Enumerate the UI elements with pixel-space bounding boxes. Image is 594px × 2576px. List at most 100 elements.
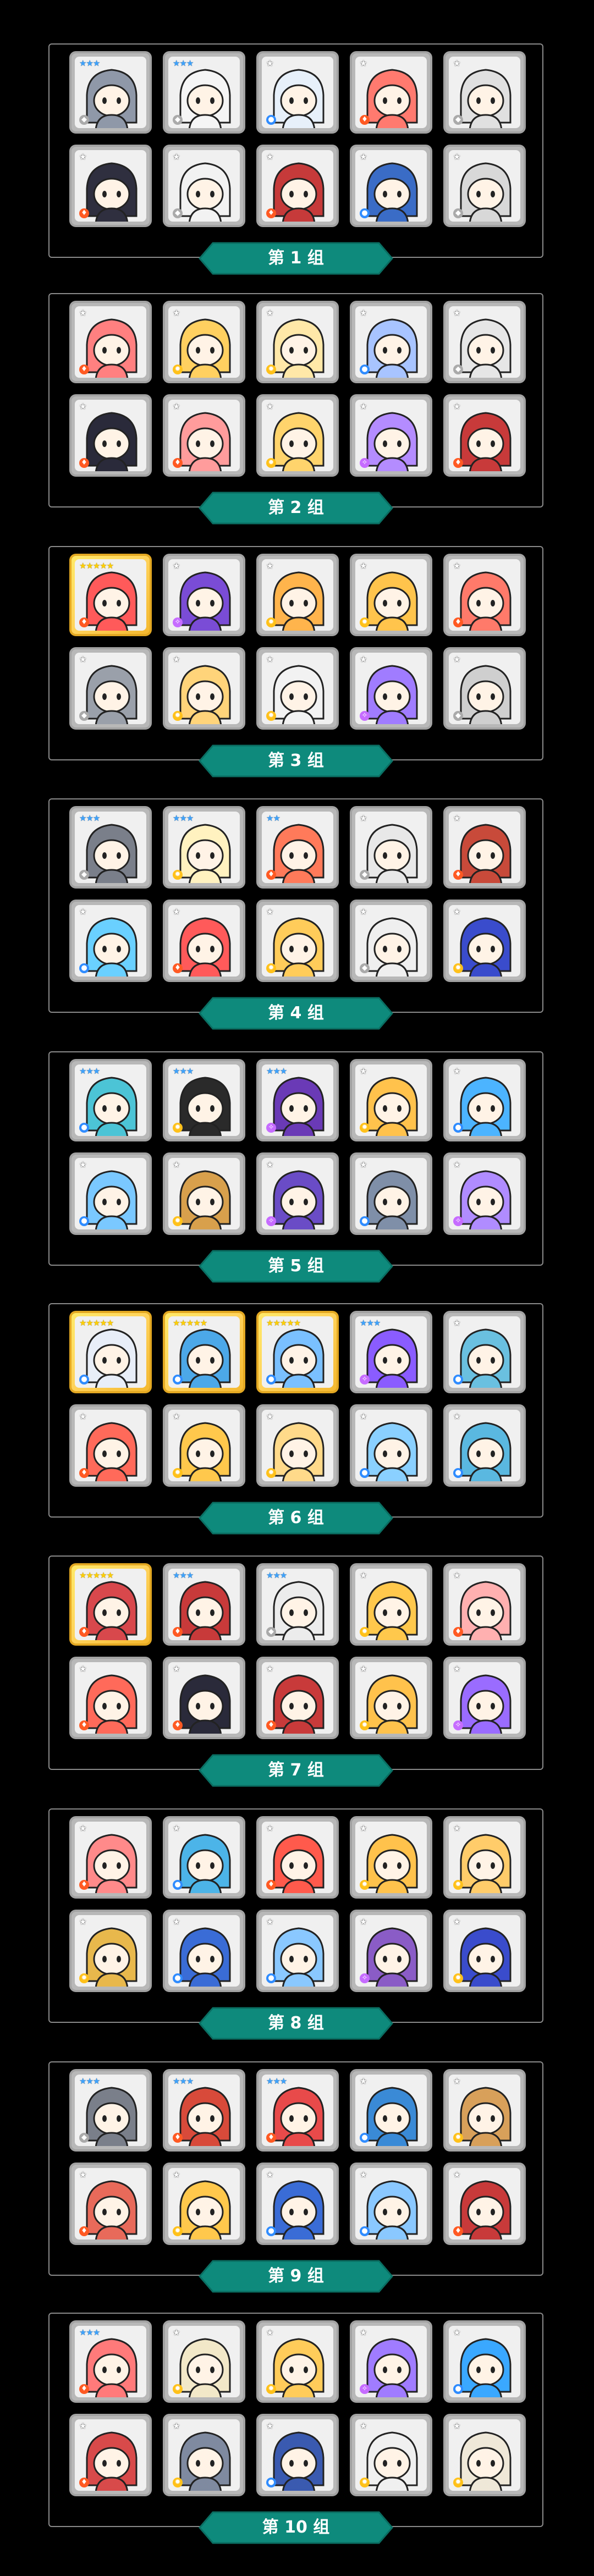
hero-card-purple-antenna-girl[interactable]: ★ ✧ [350,394,432,477]
hero-card-white-rabbit[interactable]: ★★★ ◆ [256,1563,339,1646]
hero-card-witch-girl[interactable]: ★ ✹ [163,1152,245,1235]
hero-card-bow-girl-brown[interactable]: ★ ✹ [443,2069,526,2152]
hero-card-white-mummy[interactable]: ★ ● [256,51,339,134]
hero-card-pink-swirl-spirit[interactable]: ★ ♦ [443,554,526,636]
hero-card-masked-ninja[interactable]: ★ ✹ [443,900,526,982]
hero-card-red-warrior-girl[interactable]: ★★★★★ ♦ [69,1563,152,1646]
hero-card-blue-cactus[interactable]: ★ ● [163,1816,245,1899]
hero-card-blue-hood-mage[interactable]: ★ ● [163,1910,245,1992]
hero-card-dark-knight[interactable]: ★★★ ◆ [69,806,152,889]
hero-card-red-pirate[interactable]: ★ ♦ [163,900,245,982]
hero-card-blue-cat-king[interactable]: ★ ● [443,2320,526,2403]
hero-card-dark-hair-girl[interactable]: ★ ♦ [69,394,152,477]
hero-card-blue-crown-queen[interactable]: ★ ● [443,1404,526,1487]
hero-card-red-hair-princess[interactable]: ★★ ♦ [256,806,339,889]
hero-card-yellow-cat-girl[interactable]: ★ ✹ [350,554,432,636]
hero-card-white-spirit[interactable]: ★ ◆ [443,51,526,134]
hero-card-blue-fox[interactable]: ★ ● [350,1404,432,1487]
hero-card-golden-bell[interactable]: ★ ✹ [163,647,245,730]
hero-card-blue-ghost[interactable]: ★ ● [350,301,432,383]
hero-card-bandaged-pirate[interactable]: ★ ✹ [443,2414,526,2496]
hero-card-red-beast[interactable]: ★ ♦ [69,1404,152,1487]
hero-card-purple-hair-girl[interactable]: ★ ✧ [443,1657,526,1739]
hero-card-blue-dragon[interactable]: ★★★★★ ● [163,1311,245,1393]
hero-card-golden-hair-girl[interactable]: ★ ✹ [350,1657,432,1739]
hero-card-blue-jellyfish[interactable]: ★ ● [69,1152,152,1235]
hero-card-aqua-knight[interactable]: ★ ● [443,1311,526,1393]
hero-card-white-cat-mage[interactable]: ★★★★★ ● [69,1311,152,1393]
hero-card-purple-blob[interactable]: ★★★ ✧ [350,1311,432,1393]
hero-card-golden-lion[interactable]: ★ ✹ [163,1404,245,1487]
hero-card-blue-hood-mage-2[interactable]: ★ ● [256,2163,339,2245]
hero-card-white-elf[interactable]: ★ ◆ [443,301,526,383]
hero-card-blonde-elf[interactable]: ★ ✹ [256,1404,339,1487]
hero-card-purple-demon[interactable]: ★ ✧ [163,554,245,636]
hero-card-goggle-boy[interactable]: ★ ♦ [443,806,526,889]
hero-card-golden-wing-girl[interactable]: ★★★ ✹ [163,806,245,889]
hero-card-red-warrior-boy[interactable]: ★ ♦ [69,2414,152,2496]
hero-card-blue-box-robot[interactable]: ★ ● [69,900,152,982]
hero-card-blue-bow-girl[interactable]: ★ ● [443,1059,526,1141]
hero-card-dark-hair-boy[interactable]: ★ ♦ [69,145,152,227]
hero-card-red-goggle-boy[interactable]: ★★★ ♦ [163,1563,245,1646]
hero-card-blue-visor-knight[interactable]: ★ ● [256,2414,339,2496]
hero-card-pink-ghost[interactable]: ★ ♦ [443,1563,526,1646]
hero-card-purple-star-wizard[interactable]: ★ ✧ [350,647,432,730]
hero-card-turban-sage[interactable]: ★ ✹ [163,2320,245,2403]
hero-card-gold-goggle-pilot[interactable]: ★ ✹ [69,1910,152,1992]
hero-card-red-bow-girl[interactable]: ★ ♦ [69,301,152,383]
hero-card-pink-swirl-mage[interactable]: ★★★ ♦ [69,2320,152,2403]
hero-card-cyclops-tree[interactable]: ★★★ ✹ [163,1059,245,1141]
hero-card-bandaged-mummy[interactable]: ★ ◆ [350,900,432,982]
hero-card-white-hair-girl[interactable]: ★ ◆ [163,145,245,227]
hero-card-blonde-bow-girl[interactable]: ★ ✹ [350,1059,432,1141]
hero-card-orange-cat-warrior[interactable]: ★ ✹ [256,554,339,636]
hero-card-eyepatch-pirate[interactable]: ★ ✹ [256,900,339,982]
hero-card-red-cat[interactable]: ★ ♦ [69,1657,152,1739]
hero-card-red-hat-boy-2[interactable]: ★ ♦ [443,2163,526,2245]
hero-card-pink-unicorn[interactable]: ★ ♦ [69,1816,152,1899]
hero-card-red-lion[interactable]: ★★★ ♦ [163,2069,245,2152]
hero-card-yellow-fox[interactable]: ★ ✹ [443,1816,526,1899]
hero-card-blue-hair-elf[interactable]: ★★★★★ ● [256,1311,339,1393]
hero-card-pink-dragon[interactable]: ★ ♦ [350,51,432,134]
hero-card-purple-imp[interactable]: ★★★ ✧ [256,1059,339,1141]
hero-card-helmet-soldier[interactable]: ★ ✹ [163,2414,245,2496]
hero-card-teal-hair-mage[interactable]: ★★★ ● [69,1059,152,1141]
hero-card-knight[interactable]: ★★★ ◆ [69,51,152,134]
hero-card-blonde-girl[interactable]: ★ ✹ [163,301,245,383]
hero-card-armored-knight[interactable]: ★★★ ◆ [69,2069,152,2152]
hero-card-pink-antenna-girl[interactable]: ★ ♦ [163,394,245,477]
hero-card-masked-ninja-2[interactable]: ★ ✹ [443,1910,526,1992]
hero-card-gold-skull[interactable]: ★ ✹ [163,2163,245,2245]
hero-card-blonde-witch[interactable]: ★ ✹ [256,2320,339,2403]
hero-card-silver-helmet[interactable]: ★ ◆ [443,647,526,730]
hero-card-ice-block[interactable]: ★ ● [256,1910,339,1992]
hero-card-purple-totem[interactable]: ★ ✧ [350,1910,432,1992]
hero-card-blue-werewolf[interactable]: ★ ● [350,2069,432,2152]
hero-card-sun-skull[interactable]: ★ ✹ [350,1563,432,1646]
hero-card-purple-slime[interactable]: ★ ✧ [350,2320,432,2403]
hero-card-white-cat-hero[interactable]: ★★★ ◆ [163,51,245,134]
hero-card-white-wolf[interactable]: ★ ◆ [350,806,432,889]
hero-card-white-hat-boy[interactable]: ★ ◆ [443,145,526,227]
hero-card-red-hat-boy[interactable]: ★ ♦ [256,145,339,227]
hero-card-ice-block-2[interactable]: ★ ● [350,2163,432,2245]
hero-card-black-hair-samurai[interactable]: ★ ♦ [163,1657,245,1739]
hero-card-white-maid[interactable]: ★ ✹ [256,647,339,730]
hero-card-red-fox-girl[interactable]: ★★★★★ ♦ [69,554,152,636]
hero-card-yellow-ghost[interactable]: ★ ✹ [256,301,339,383]
hero-card-red-hat-witch[interactable]: ★ ♦ [256,1657,339,1739]
hero-card-red-chest-mimic[interactable]: ★ ♦ [443,394,526,477]
hero-card-yellow-dragon[interactable]: ★ ✹ [350,1816,432,1899]
hero-card-yellow-antenna-girl[interactable]: ★ ✹ [256,394,339,477]
hero-card-red-octopus[interactable]: ★ ♦ [69,2163,152,2245]
hero-card-white-maid-2[interactable]: ★ ✹ [350,2414,432,2496]
hero-card-purple-witch[interactable]: ★ ✧ [256,1152,339,1235]
hero-card-lilac-hair-girl[interactable]: ★ ✧ [443,1152,526,1235]
hero-card-grey-knight[interactable]: ★ ◆ [69,647,152,730]
hero-card-red-dragon-cat[interactable]: ★ ♦ [256,1816,339,1899]
hero-card-red-pirate-captain[interactable]: ★★★ ♦ [256,2069,339,2152]
hero-card-blue-hat-boy[interactable]: ★ ● [350,145,432,227]
hero-card-helmet-knight[interactable]: ★ ● [350,1152,432,1235]
